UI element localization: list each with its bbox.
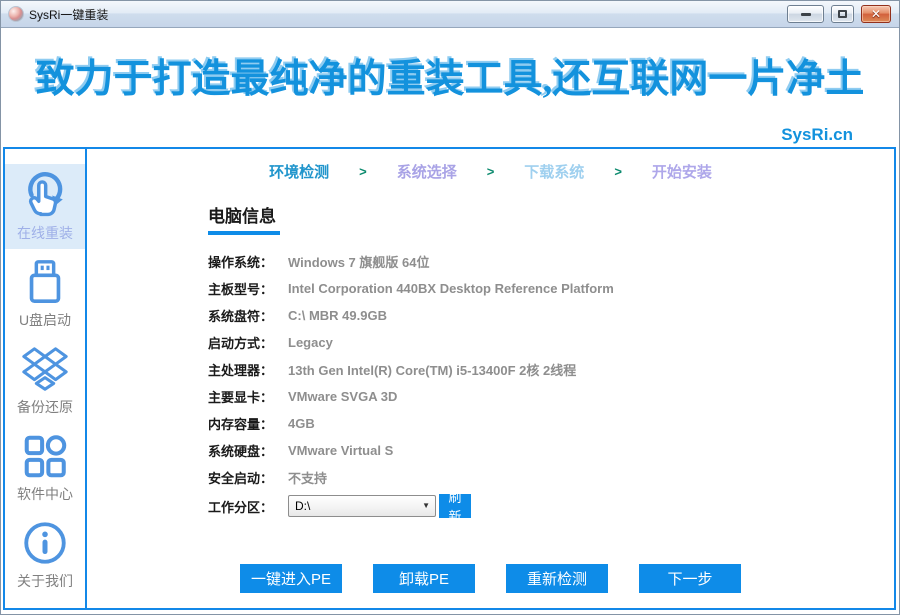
step-separator: >	[359, 164, 367, 179]
hand-click-icon	[20, 170, 70, 220]
enter-pe-button[interactable]: 一键进入PE	[240, 564, 342, 593]
info-value: VMware Virtual S	[288, 443, 394, 458]
sidebar-item-label: 关于我们	[17, 573, 73, 589]
banner: 致力于打造最纯净的重装工具,还互联网一片净土 SysRi.cn	[1, 28, 899, 147]
maximize-button[interactable]	[831, 5, 854, 23]
info-label: 内存容量：	[208, 417, 274, 432]
partition-select-value: D:\	[295, 499, 311, 513]
minimize-button[interactable]	[787, 5, 824, 23]
step-4: 开始安装	[651, 164, 712, 181]
sidebar-item-label: 在线重装	[17, 225, 73, 241]
minimize-icon	[800, 12, 811, 16]
info-label: 操作系统：	[208, 255, 274, 270]
close-button[interactable]: ✕	[861, 5, 891, 23]
action-buttons: 一键进入PE 卸载PE 重新检测 下一步	[87, 564, 894, 593]
sidebar: 在线重装 U盘启动备份还原软件中心关于我们	[5, 149, 87, 608]
info-row: 操作系统： Windows 7 旗舰版 64位	[208, 248, 894, 275]
next-step-button[interactable]: 下一步	[639, 564, 741, 593]
recheck-button[interactable]: 重新检测	[506, 564, 608, 593]
info-row: 安全启动： 不支持	[208, 464, 894, 491]
info-label: 安全启动：	[208, 471, 274, 486]
info-value: C:\ MBR 49.9GB	[288, 308, 387, 323]
app-logo-icon	[8, 6, 24, 22]
info-row: 系统硬盘： VMware Virtual S	[208, 437, 894, 464]
step-2: 系统选择	[396, 164, 457, 181]
info-value: Legacy	[288, 335, 333, 350]
app-window: SysRi一键重装 ✕ 致力于打造最纯净的重装工具,还互联网一片净土 SysRi…	[0, 0, 900, 615]
info-label: 系统硬盘：	[208, 444, 274, 459]
main-frame: 在线重装 U盘启动备份还原软件中心关于我们 环境检测 > 系统选择 > 下载系统 > 开始安装…	[3, 147, 896, 610]
section-title-underline	[208, 231, 280, 235]
info-row: 启动方式： Legacy	[208, 329, 894, 356]
step-3: 下载系统	[524, 164, 585, 181]
sidebar-item-2[interactable]: U盘启动	[5, 251, 85, 336]
content: 电脑信息 操作系统： Windows 7 旗舰版 64位 主板型号： Intel Co…	[87, 149, 894, 524]
info-label: 主板型号：	[208, 282, 274, 297]
info-value: VMware SVGA 3D	[288, 389, 398, 404]
backup-box-icon	[20, 344, 70, 394]
info-label: 系统盘符：	[208, 309, 274, 324]
section-title: 电脑信息	[208, 207, 276, 226]
info-value: Windows 7 旗舰版 64位	[288, 255, 430, 270]
refresh-button[interactable]: 刷新	[439, 490, 471, 524]
info-row: 主要显卡： VMware SVGA 3D	[208, 383, 894, 410]
info-value: 4GB	[288, 416, 315, 431]
step-separator: >	[614, 164, 622, 179]
info-label: 主要显卡：	[208, 390, 274, 405]
titlebar: SysRi一键重装 ✕	[1, 1, 899, 28]
work-partition-row: 工作分区： D:\ ▼ 刷新	[208, 490, 894, 524]
info-label: 启动方式：	[208, 336, 274, 351]
sidebar-item-label: 软件中心	[17, 486, 73, 502]
info-row: 内存容量： 4GB	[208, 410, 894, 437]
sidebar-item-label: 备份还原	[17, 399, 73, 415]
info-value: 13th Gen Intel(R) Core(TM) i5-13400F 2核 …	[288, 363, 577, 378]
apps-grid-icon	[20, 431, 70, 481]
uninstall-pe-button[interactable]: 卸载PE	[373, 564, 475, 593]
info-circle-icon	[20, 518, 70, 568]
steps-nav: 环境检测 > 系统选择 > 下载系统 > 开始安装	[87, 161, 894, 182]
main-panel: 环境检测 > 系统选择 > 下载系统 > 开始安装 电脑信息 操作系统： Windows 7 …	[87, 149, 894, 608]
info-row: 主板型号： Intel Corporation 440BX Desktop Ref…	[208, 275, 894, 302]
info-row: 主处理器： 13th Gen Intel(R) Core(TM) i5-13400…	[208, 356, 894, 383]
window-controls: ✕	[787, 5, 894, 23]
maximize-icon	[838, 10, 847, 18]
step-1: 环境检测	[269, 164, 330, 181]
partition-select[interactable]: D:\ ▼	[288, 495, 436, 517]
info-row: 系统盘符： C:\ MBR 49.9GB	[208, 302, 894, 329]
info-value: 不支持	[288, 471, 328, 486]
info-label: 主处理器：	[208, 363, 274, 378]
sidebar-item-3[interactable]: 备份还原	[5, 338, 85, 423]
sidebar-item-label: U盘启动	[18, 312, 72, 328]
chevron-down-icon: ▼	[422, 500, 430, 510]
sidebar-item-1[interactable]: 在线重装	[5, 164, 85, 249]
work-partition-label: 工作分区：	[208, 499, 274, 515]
banner-site-label: SysRi.cn	[781, 125, 853, 144]
info-value: Intel Corporation 440BX Desktop Referenc…	[288, 281, 614, 296]
close-icon: ✕	[870, 7, 882, 21]
step-separator: >	[486, 164, 495, 179]
sidebar-item-4[interactable]: 软件中心	[5, 425, 85, 510]
sidebar-item-5[interactable]: 关于我们	[5, 512, 85, 597]
computer-info-list: 操作系统： Windows 7 旗舰版 64位 主板型号： Intel Corpora…	[208, 248, 894, 491]
window-title: SysRi一键重装	[29, 7, 109, 22]
banner-slogan: 致力于打造最纯净的重装工具,还互联网一片净土	[35, 58, 865, 101]
usb-icon	[20, 257, 70, 307]
